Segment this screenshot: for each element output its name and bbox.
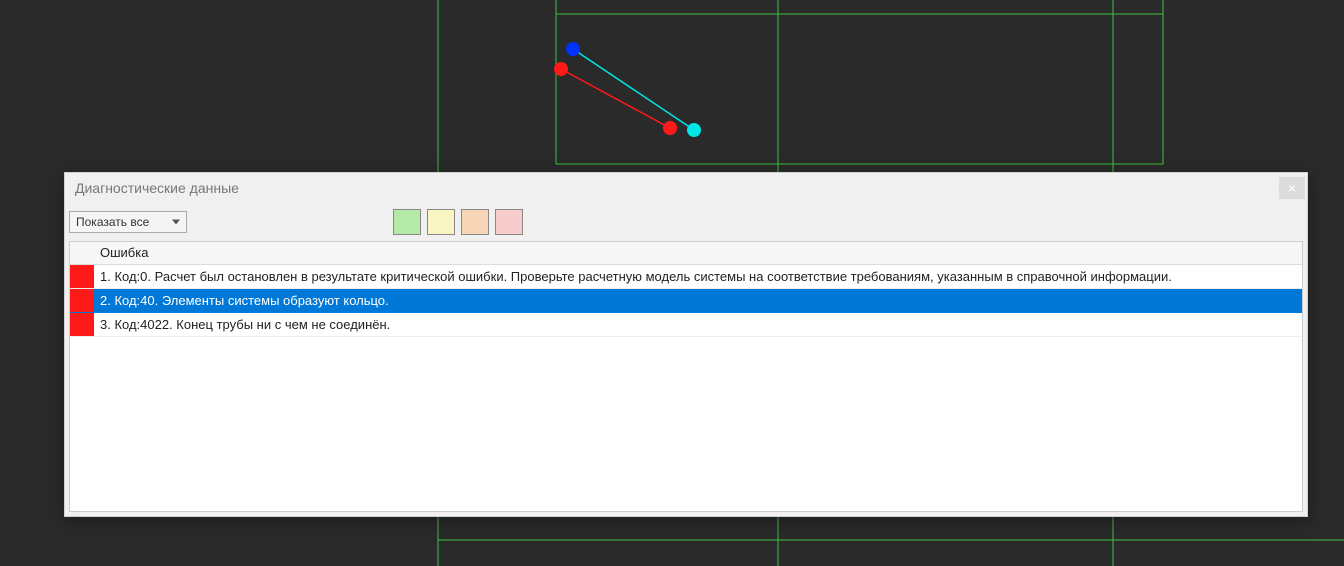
diagnostics-dialog: Диагностические данные × Показать все Ош… [64, 172, 1308, 517]
swatch-orange[interactable] [461, 209, 489, 235]
col-message-header[interactable]: Ошибка [94, 242, 1302, 264]
close-button[interactable]: × [1279, 177, 1305, 199]
severity-cell [70, 264, 94, 288]
message-cell: 1. Код:0. Расчет был остановлен в резуль… [94, 264, 1302, 288]
canvas-nodes [554, 42, 701, 137]
severity-color-box [70, 289, 94, 312]
severity-color-box [70, 313, 94, 336]
table-row[interactable]: 1. Код:0. Расчет был остановлен в резуль… [70, 264, 1302, 288]
severity-cell [70, 312, 94, 336]
swatch-yellow[interactable] [427, 209, 455, 235]
dialog-title: Диагностические данные [75, 180, 239, 196]
severity-cell [70, 288, 94, 312]
filter-dropdown[interactable]: Показать все [69, 211, 187, 233]
table-row[interactable]: 2. Код:40. Элементы системы образуют кол… [70, 288, 1302, 312]
dialog-titlebar[interactable]: Диагностические данные × [65, 173, 1307, 203]
severity-filter-swatches [393, 209, 523, 235]
swatch-red[interactable] [495, 209, 523, 235]
table-row[interactable]: 3. Код:4022. Конец трубы ни с чем не сое… [70, 312, 1302, 336]
severity-color-box [70, 265, 94, 288]
grid-header-row[interactable]: Ошибка [70, 242, 1302, 264]
filter-dropdown-value: Показать все [76, 215, 149, 229]
swatch-green[interactable] [393, 209, 421, 235]
canvas-edges [561, 49, 694, 130]
message-cell: 3. Код:4022. Конец трубы ни с чем не сое… [94, 312, 1302, 336]
dialog-toolbar: Показать все [65, 203, 1307, 241]
col-severity-header[interactable] [70, 242, 94, 264]
diagnostics-grid[interactable]: Ошибка 1. Код:0. Расчет был остановлен в… [69, 241, 1303, 512]
message-cell: 2. Код:40. Элементы системы образуют кол… [94, 288, 1302, 312]
